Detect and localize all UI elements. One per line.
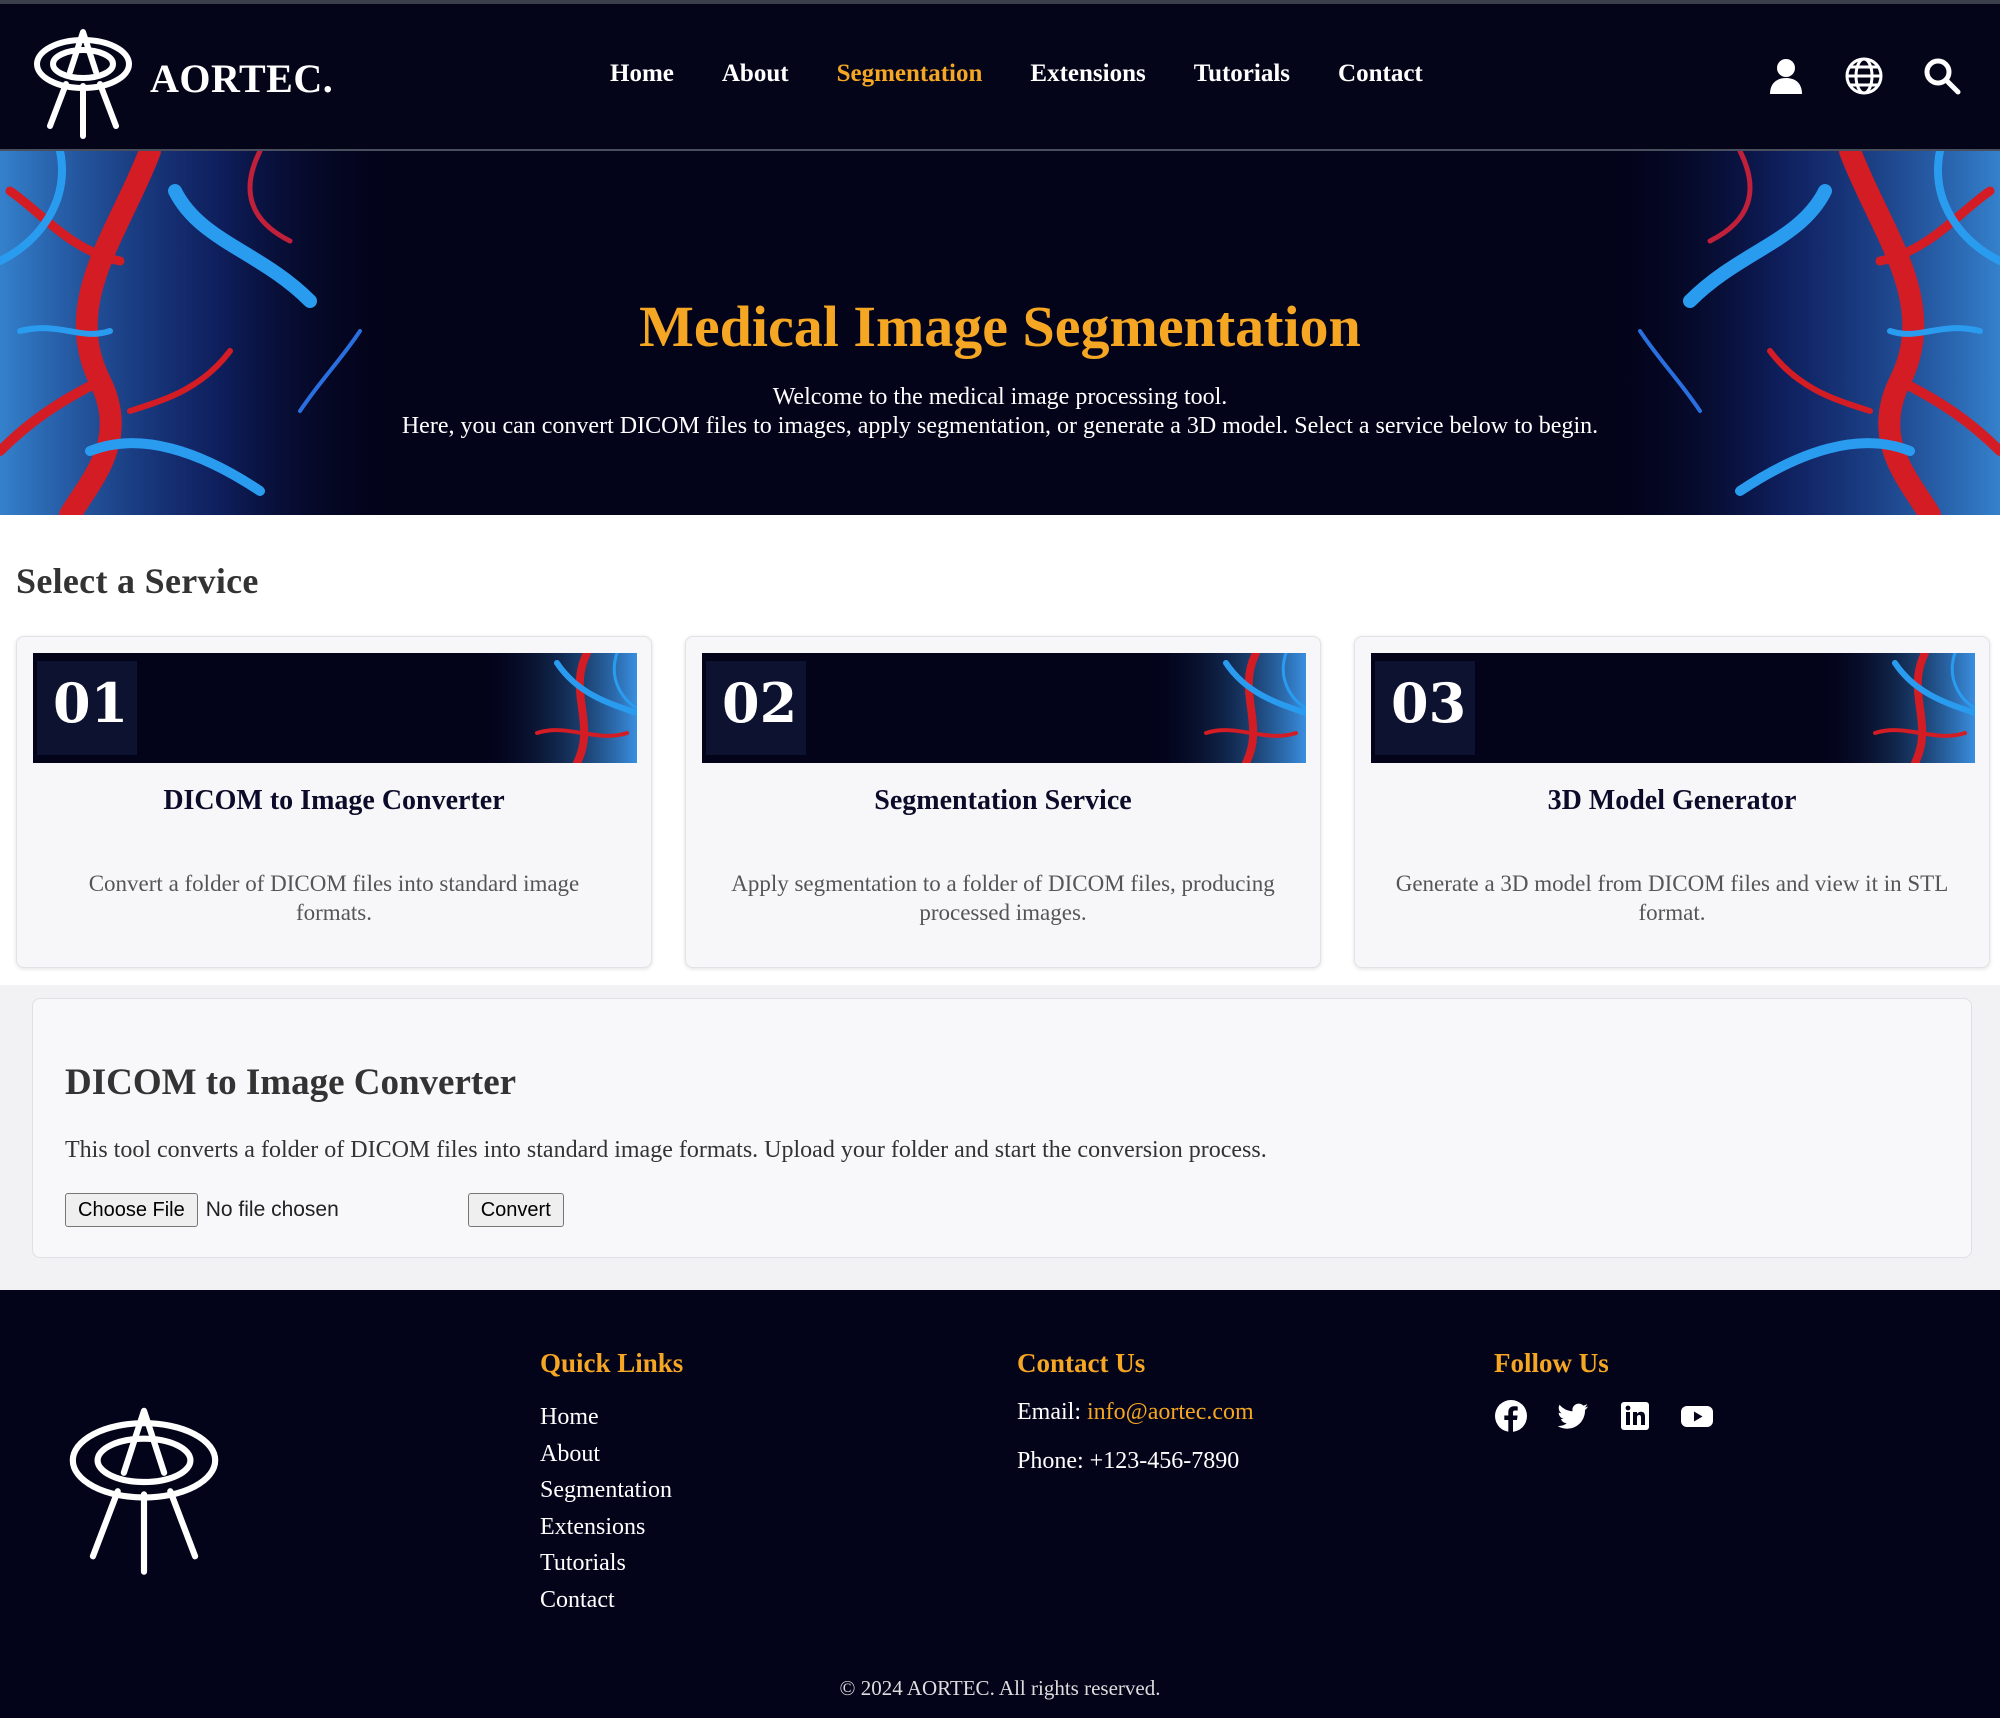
search-icon[interactable]	[1922, 56, 1962, 96]
email-link[interactable]: info@aortec.com	[1087, 1399, 1254, 1425]
service-card-3d-model[interactable]: 03 3D Model Generator Generate a 3D mode…	[1354, 636, 1990, 968]
youtube-icon[interactable]	[1680, 1399, 1714, 1433]
main-nav: Home About Segmentation Extensions Tutor…	[610, 60, 1423, 88]
service-card-dicom-converter[interactable]: 01 DICOM to Image Converter Convert a fo…	[16, 636, 652, 968]
card-number: 02	[722, 671, 798, 735]
brand-name: AORTEC.	[150, 55, 334, 101]
card-number: 01	[53, 671, 129, 735]
user-icon[interactable]	[1766, 56, 1806, 96]
footer-link-tutorials[interactable]: Tutorials	[540, 1545, 683, 1582]
vessel-thumbnail	[477, 653, 637, 763]
card-banner: 02	[702, 653, 1306, 763]
nav-home[interactable]: Home	[610, 60, 674, 88]
footer-link-extensions[interactable]: Extensions	[540, 1509, 683, 1546]
footer-link-home[interactable]: Home	[540, 1399, 683, 1436]
file-status-text: No file chosen	[205, 1198, 339, 1221]
footer-logo-icon	[69, 1407, 219, 1575]
brand-logo[interactable]: AORTEC.	[30, 14, 333, 142]
card-title: 3D Model Generator	[1547, 785, 1797, 816]
hero-line-1: Welcome to the medical image processing …	[772, 384, 1228, 410]
nav-about[interactable]: About	[722, 60, 789, 88]
hero-banner: Medical Image Segmentation Welcome to th…	[0, 151, 2000, 515]
card-title: Segmentation Service	[874, 785, 1132, 816]
site-header: AORTEC. Home About Segmentation Extensio…	[0, 0, 2000, 151]
vessel-thumbnail	[1815, 653, 1975, 763]
contact-title: Contact Us	[1017, 1348, 1146, 1378]
hero-title: Medical Image Segmentation	[639, 294, 1361, 359]
globe-icon[interactable]	[1844, 56, 1884, 96]
services-heading: Select a Service	[16, 561, 259, 601]
nav-contact[interactable]: Contact	[1338, 60, 1423, 88]
site-footer: Quick Links Home About Segmentation Exte…	[0, 1290, 2000, 1718]
convert-button[interactable]: Convert	[467, 1193, 564, 1227]
header-actions	[1766, 56, 1962, 96]
social-links	[1494, 1399, 1714, 1433]
file-upload-row: Choose File No file chosen Convert	[65, 1193, 564, 1227]
card-title: DICOM to Image Converter	[163, 785, 505, 816]
twitter-icon[interactable]	[1556, 1399, 1590, 1433]
nav-tutorials[interactable]: Tutorials	[1194, 60, 1290, 88]
follow-us: Follow Us	[1494, 1348, 1714, 1433]
tool-title: DICOM to Image Converter	[65, 1062, 517, 1103]
phone-label: Phone:	[1017, 1448, 1084, 1474]
email-label: Email:	[1017, 1399, 1081, 1425]
footer-link-contact[interactable]: Contact	[540, 1582, 683, 1619]
footer-link-about[interactable]: About	[540, 1436, 683, 1473]
card-banner: 03	[1371, 653, 1975, 763]
card-description: Convert a folder of DICOM files into sta…	[88, 871, 580, 925]
service-cards: 01 DICOM to Image Converter Convert a fo…	[16, 636, 1990, 968]
card-description: Generate a 3D model from DICOM files and…	[1395, 871, 1949, 925]
nav-segmentation[interactable]: Segmentation	[837, 60, 983, 88]
nav-extensions[interactable]: Extensions	[1030, 60, 1145, 88]
quick-links: Quick Links Home About Segmentation Exte…	[540, 1348, 683, 1618]
hero-subtitle: Welcome to the medical image processing …	[0, 383, 2000, 441]
contact-us: Contact Us Email: info@aortec.com Phone:…	[1017, 1348, 1254, 1497]
contact-email: Email: info@aortec.com	[1017, 1399, 1254, 1426]
vessel-thumbnail	[1146, 653, 1306, 763]
phone-number: +123-456-7890	[1089, 1448, 1240, 1474]
tool-description: This tool converts a folder of DICOM fil…	[65, 1137, 1267, 1163]
converter-panel: DICOM to Image Converter This tool conve…	[32, 998, 1972, 1258]
card-banner: 01	[33, 653, 637, 763]
hero-line-2: Here, you can convert DICOM files to ima…	[401, 413, 1599, 439]
copyright-text: © 2024 AORTEC. All rights reserved.	[839, 1676, 1161, 1700]
service-card-segmentation[interactable]: 02 Segmentation Service Apply segmentati…	[685, 636, 1321, 968]
aortec-logo-icon	[34, 29, 132, 139]
follow-title: Follow Us	[1494, 1348, 1609, 1378]
footer-link-segmentation[interactable]: Segmentation	[540, 1472, 683, 1509]
quick-links-title: Quick Links	[540, 1348, 684, 1378]
card-number: 03	[1391, 671, 1467, 735]
choose-file-button[interactable]: Choose File	[65, 1193, 198, 1227]
facebook-icon[interactable]	[1494, 1399, 1528, 1433]
contact-phone: Phone: +123-456-7890	[1017, 1448, 1254, 1475]
linkedin-icon[interactable]	[1618, 1399, 1652, 1433]
card-description: Apply segmentation to a folder of DICOM …	[731, 871, 1275, 925]
